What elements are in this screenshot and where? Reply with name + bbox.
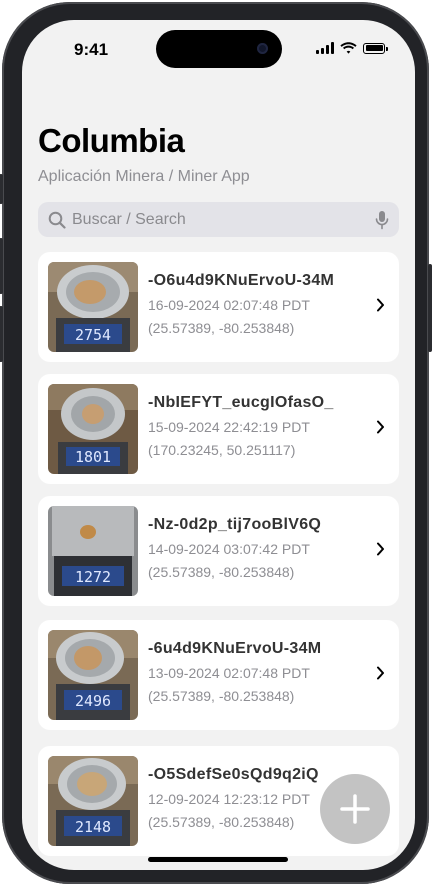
chevron-right-icon bbox=[377, 542, 384, 556]
dynamic-island bbox=[156, 30, 282, 68]
scale-reading: 2148 bbox=[75, 818, 111, 836]
record-coords: (25.57389, -80.253848) bbox=[148, 564, 295, 580]
wifi-icon bbox=[340, 42, 357, 54]
mic-icon[interactable] bbox=[375, 210, 389, 230]
search-input[interactable] bbox=[66, 210, 375, 229]
scale-photo: 2148 bbox=[48, 756, 138, 846]
list-item[interactable]: 2496 -6u4d9KNuErvoU-34M 13-09-2024 02:07… bbox=[38, 620, 399, 730]
scale-photo: 1272 bbox=[48, 506, 138, 596]
phone-frame: 9:41 Columbia Aplicación Minera / Miner … bbox=[0, 2, 432, 884]
record-date: 16-09-2024 02:07:48 PDT bbox=[148, 297, 310, 313]
record-date: 13-09-2024 02:07:48 PDT bbox=[148, 665, 310, 681]
scale-reading: 1272 bbox=[75, 568, 111, 586]
camera-icon bbox=[257, 43, 268, 54]
scale-photo: 2496 bbox=[48, 630, 138, 720]
record-id: -Nz-0d2p_tij7ooBlV6Q bbox=[148, 516, 322, 533]
screen: 9:41 Columbia Aplicación Minera / Miner … bbox=[22, 20, 415, 870]
page-subtitle: Aplicación Minera / Miner App bbox=[38, 168, 250, 185]
volume-up-button bbox=[0, 238, 3, 294]
chevron-right-icon bbox=[377, 666, 384, 680]
record-coords: (25.57389, -80.253848) bbox=[148, 688, 295, 704]
add-record-button[interactable] bbox=[320, 774, 390, 844]
record-date: 15-09-2024 22:42:19 PDT bbox=[148, 419, 310, 435]
search-icon bbox=[48, 211, 66, 229]
record-coords: (170.23245, 50.251117) bbox=[148, 442, 296, 458]
scale-reading: 1801 bbox=[75, 448, 111, 466]
volume-down-button bbox=[0, 306, 3, 362]
scale-reading: 2754 bbox=[75, 326, 111, 344]
list-item[interactable]: 1272 -Nz-0d2p_tij7ooBlV6Q 14-09-2024 03:… bbox=[38, 496, 399, 606]
search-bar[interactable] bbox=[38, 202, 399, 237]
chevron-right-icon bbox=[377, 420, 384, 434]
page-title: Columbia bbox=[38, 122, 185, 159]
record-date: 12-09-2024 12:23:12 PDT bbox=[148, 791, 310, 807]
list-item[interactable]: 2754 -O6u4d9KNuErvoU-34M 16-09-2024 02:0… bbox=[38, 252, 399, 362]
signal-icon bbox=[316, 42, 334, 54]
list-item[interactable]: 1801 -NbIEFYT_eucgIOfasO_ 15-09-2024 22:… bbox=[38, 374, 399, 484]
battery-icon bbox=[363, 42, 388, 54]
action-button bbox=[0, 174, 3, 204]
status-time: 9:41 bbox=[74, 40, 109, 59]
record-id: -NbIEFYT_eucgIOfasO_ bbox=[148, 394, 334, 411]
scale-photo: 1801 bbox=[48, 384, 138, 474]
home-indicator[interactable] bbox=[148, 857, 288, 862]
scale-reading: 2496 bbox=[75, 692, 111, 710]
chevron-right-icon bbox=[377, 298, 384, 312]
record-id: -6u4d9KNuErvoU-34M bbox=[148, 640, 322, 657]
record-coords: (25.57389, -80.253848) bbox=[148, 814, 295, 830]
record-coords: (25.57389, -80.253848) bbox=[148, 320, 295, 336]
record-id: -O6u4d9KNuErvoU-34M bbox=[148, 272, 335, 289]
plus-icon bbox=[340, 794, 370, 824]
record-date: 14-09-2024 03:07:42 PDT bbox=[148, 541, 310, 557]
status-icons bbox=[316, 42, 388, 54]
scale-photo: 2754 bbox=[48, 262, 138, 352]
power-button bbox=[428, 264, 432, 352]
